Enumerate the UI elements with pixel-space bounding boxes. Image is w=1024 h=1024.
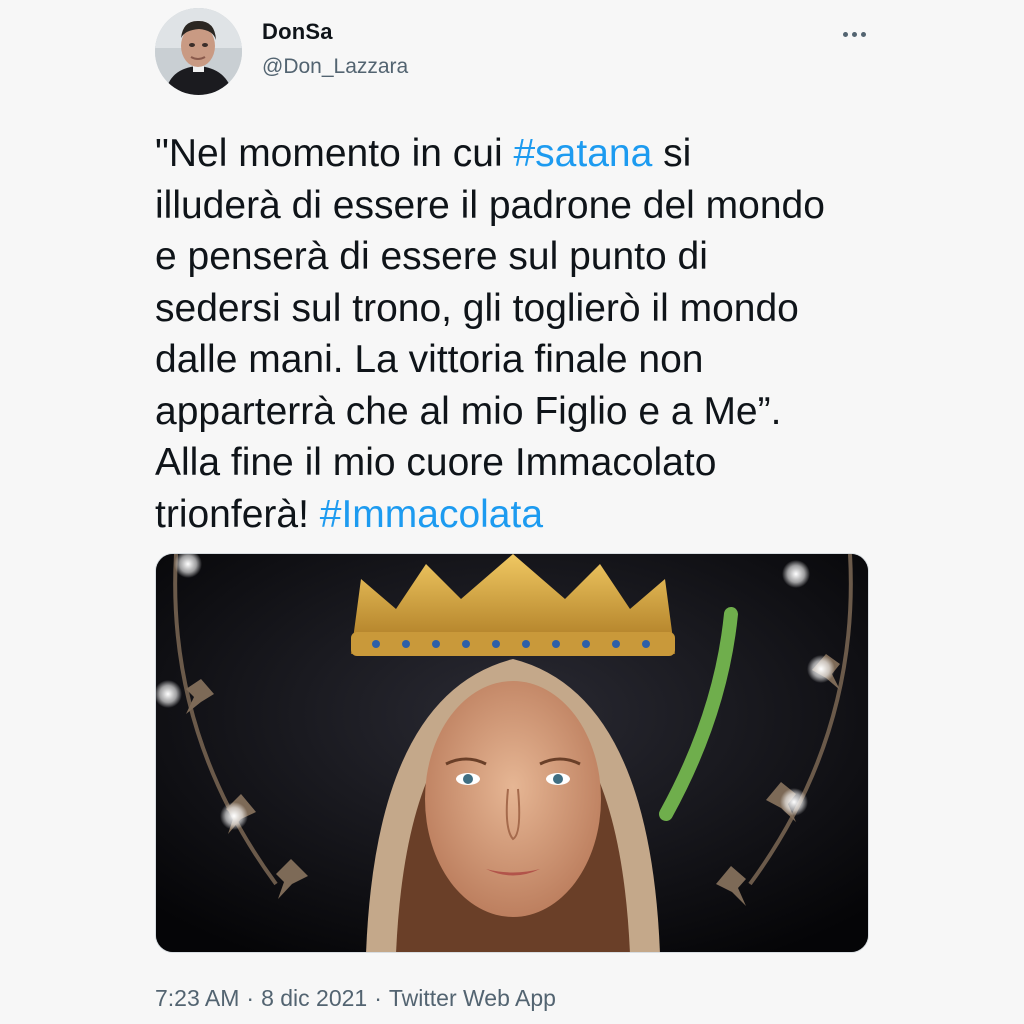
tweet-text-line: sedersi sul trono, gli toglierò il mondo <box>155 283 885 335</box>
user-handle[interactable]: @Don_Lazzara <box>262 55 408 79</box>
tweet-text-segment: Alla fine il mio cuore Immacolato <box>155 441 717 484</box>
tweet-date[interactable]: 8 dic 2021 <box>261 985 367 1011</box>
tweet-text-line: trionferà! #Immacolata <box>155 489 885 541</box>
tweet-text-line: illuderà di essere il padrone del mondo <box>155 180 885 232</box>
tweet-card: DonSa @Don_Lazzara "Nel momento in cui #… <box>0 0 1024 1024</box>
tweet-text-segment: e penserà di essere sul punto di <box>155 235 708 278</box>
avatar[interactable] <box>155 8 242 95</box>
tweet-time[interactable]: 7:23 AM <box>155 985 239 1011</box>
tweet-text-segment: sedersi sul trono, gli toglierò il mondo <box>155 286 799 330</box>
display-name[interactable]: DonSa <box>262 19 333 45</box>
tweet-image[interactable] <box>155 553 869 953</box>
tweet-text-segment: dalle mani. La vittoria finale non <box>155 338 704 381</box>
more-options-icon-dot <box>860 31 866 37</box>
tweet-text-segment: apparterrà che al mio Figlio e a Me”. <box>155 389 782 433</box>
tweet-text-segment: illuderà di essere il padrone del mondo <box>155 183 825 227</box>
separator: · <box>246 985 255 1011</box>
more-options-icon <box>842 31 848 37</box>
tweet-text-segment: trionferà! <box>155 492 320 536</box>
tweet-source[interactable]: Twitter Web App <box>389 985 556 1011</box>
tweet-text-line: Alla fine il mio cuore Immacolato <box>155 437 885 489</box>
more-options-button[interactable] <box>836 22 872 46</box>
tweet-text-line: dalle mani. La vittoria finale non <box>155 334 885 386</box>
hashtag-link[interactable]: #satana <box>513 132 652 175</box>
separator: · <box>374 985 382 1011</box>
tweet-text-segment: si <box>652 132 692 175</box>
tweet-text: "Nel momento in cui #satana si illuderà d… <box>155 128 885 540</box>
tweet-text-line: e penserà di essere sul punto di <box>155 231 885 283</box>
tweet-text-line: apparterrà che al mio Figlio e a Me”. <box>155 386 885 438</box>
tweet-metadata: 7:23 AM · 8 dic 2021 · Twitter Web App <box>155 985 556 1012</box>
hashtag-link[interactable]: #Immacolata <box>320 493 543 536</box>
tweet-text-segment: "Nel momento in cui <box>155 132 514 175</box>
more-options-icon-dot <box>851 31 857 37</box>
tweet-text-line: "Nel momento in cui #satana si <box>155 128 885 180</box>
